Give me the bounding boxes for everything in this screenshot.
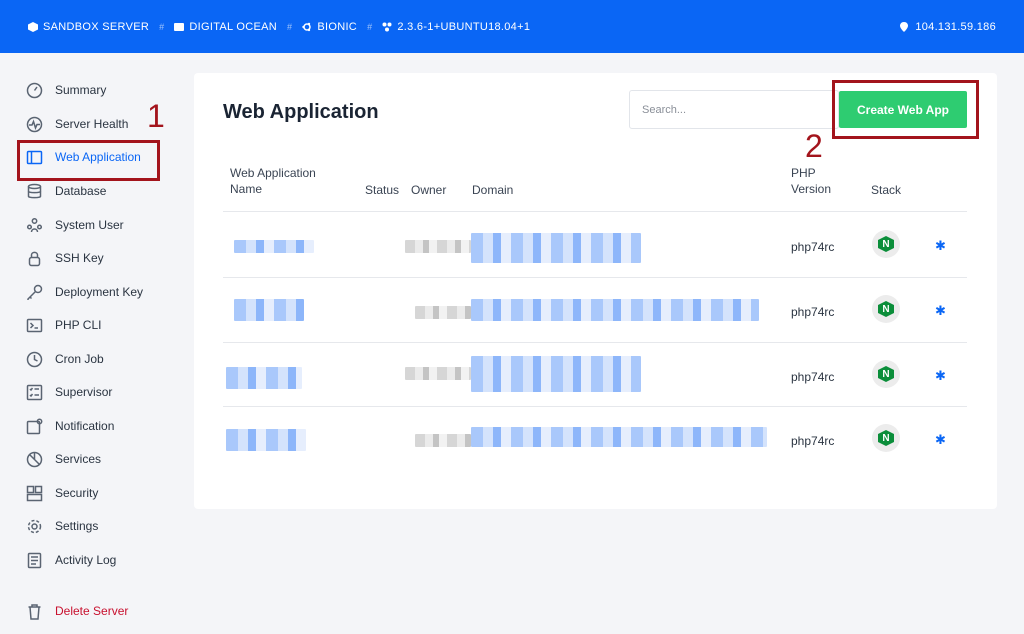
services-icon <box>26 451 43 467</box>
column-header-stack: Stack <box>871 183 902 197</box>
sidebar-item-label: Settings <box>55 519 99 533</box>
sidebar-item-cron-job[interactable]: Cron Job <box>26 347 104 371</box>
sidebar-item-label: SSH Key <box>55 251 104 265</box>
annotation-box-2 <box>832 80 979 139</box>
server-version: 2.3.6-1+UBUNTU18.04+1 <box>382 21 530 33</box>
nginx-stack-icon: N <box>872 230 900 258</box>
sidebar-item-ssh-key[interactable]: SSH Key <box>26 246 104 270</box>
provider-icon <box>174 22 185 31</box>
annotation-box-1 <box>17 140 160 181</box>
nginx-stack-icon: N <box>872 424 900 452</box>
shield-icon <box>26 485 43 501</box>
sidebar-item-label: Deployment Key <box>55 285 144 299</box>
sidebar-item-label: System User <box>55 218 124 232</box>
search-input[interactable] <box>629 90 839 129</box>
redacted-owner <box>415 306 471 319</box>
annotation-number-2: 2 <box>805 128 823 164</box>
agent-icon <box>382 22 392 31</box>
checklist-icon <box>26 384 43 400</box>
annotation-number-1: 1 <box>147 98 165 134</box>
pulse-icon <box>26 116 43 132</box>
terminal-icon <box>26 318 43 332</box>
sidebar-item-label: Activity Log <box>55 553 117 567</box>
row-divider <box>223 277 967 278</box>
sidebar-item-settings[interactable]: Settings <box>26 514 98 538</box>
delete-server-button[interactable]: Delete Server <box>26 599 128 623</box>
key-icon <box>27 284 43 300</box>
lock-icon <box>28 251 41 266</box>
column-header-name: Web Application Name <box>230 166 316 196</box>
trash-icon <box>28 603 41 620</box>
sidebar-item-security[interactable]: Security <box>26 481 98 505</box>
redacted-owner <box>405 240 471 253</box>
redacted-app-name <box>226 367 302 389</box>
page-title: Web Application <box>223 101 379 123</box>
settings-gear-icon[interactable]: ✱ <box>935 368 946 384</box>
redacted-owner <box>405 367 471 380</box>
sidebar-item-label: Services <box>55 452 102 466</box>
separator: # <box>367 21 373 32</box>
nginx-stack-icon: N <box>872 295 900 323</box>
sidebar-item-label: Database <box>55 184 107 198</box>
server-os: BIONIC <box>302 21 357 33</box>
redacted-domain <box>471 427 767 447</box>
sidebar-item-label: Security <box>55 486 99 500</box>
settings-gear-icon[interactable]: ✱ <box>935 432 946 448</box>
sidebar-item-services[interactable]: Services <box>26 447 101 471</box>
delete-server-label: Delete Server <box>55 604 129 618</box>
php-version: php74rc <box>791 370 835 384</box>
sidebar-item-deployment-key[interactable]: Deployment Key <box>26 280 143 304</box>
nginx-stack-icon: N <box>872 360 900 388</box>
sidebar-item-database[interactable]: Database <box>26 179 106 203</box>
redacted-app-name <box>234 240 314 253</box>
column-header-status: Status <box>365 183 400 197</box>
log-icon <box>27 552 42 568</box>
database-icon <box>27 183 42 198</box>
php-version: php74rc <box>791 305 835 319</box>
sidebar-item-php-cli[interactable]: PHP CLI <box>26 313 101 337</box>
row-divider <box>223 342 967 343</box>
sidebar-item-label: Cron Job <box>55 352 104 366</box>
php-version: php74rc <box>791 240 835 254</box>
redacted-app-name <box>226 429 306 451</box>
sidebar-item-label: Summary <box>55 83 107 97</box>
sidebar-item-activity-log[interactable]: Activity Log <box>26 548 116 572</box>
column-header-php: PHP Version <box>791 166 832 196</box>
redacted-domain <box>471 299 759 321</box>
gear-icon <box>27 519 42 533</box>
redacted-domain <box>471 356 641 392</box>
settings-gear-icon[interactable]: ✱ <box>935 303 946 319</box>
sidebar-item-notification[interactable]: Notification <box>26 414 114 438</box>
cube-icon <box>28 21 38 32</box>
sidebar-item-summary[interactable]: Summary <box>26 78 106 102</box>
php-version: php74rc <box>791 434 835 448</box>
redacted-app-name <box>234 299 304 321</box>
server-provider: DIGITAL OCEAN <box>174 21 277 33</box>
ubuntu-icon <box>302 22 312 31</box>
separator: # <box>159 21 165 32</box>
row-divider <box>223 406 967 407</box>
column-header-owner: Owner <box>411 183 447 197</box>
sidebar-item-label: Notification <box>55 419 115 433</box>
clock-icon <box>26 351 43 367</box>
settings-gear-icon[interactable]: ✱ <box>935 238 946 254</box>
server-name: SANDBOX SERVER <box>28 21 149 33</box>
redacted-owner <box>415 434 471 447</box>
sidebar-item-supervisor[interactable]: Supervisor <box>26 380 112 404</box>
header-divider <box>223 211 967 212</box>
sidebar-item-system-user[interactable]: System User <box>26 213 124 237</box>
redacted-domain <box>471 233 641 263</box>
location-pin-icon <box>900 21 909 32</box>
separator: # <box>287 21 293 32</box>
sidebar-item-label: Server Health <box>55 117 129 131</box>
server-ip: 104.131.59.186 <box>899 21 996 33</box>
sidebar-item-server-health[interactable]: Server Health <box>26 112 128 136</box>
gauge-icon <box>26 82 43 98</box>
bell-icon <box>26 418 43 434</box>
users-icon <box>26 217 43 232</box>
column-header-domain: Domain <box>472 183 514 197</box>
top-bar: SANDBOX SERVER # DIGITAL OCEAN # BIONIC … <box>0 0 1024 53</box>
sidebar-item-label: PHP CLI <box>55 318 102 332</box>
sidebar-item-label: Supervisor <box>55 385 113 399</box>
